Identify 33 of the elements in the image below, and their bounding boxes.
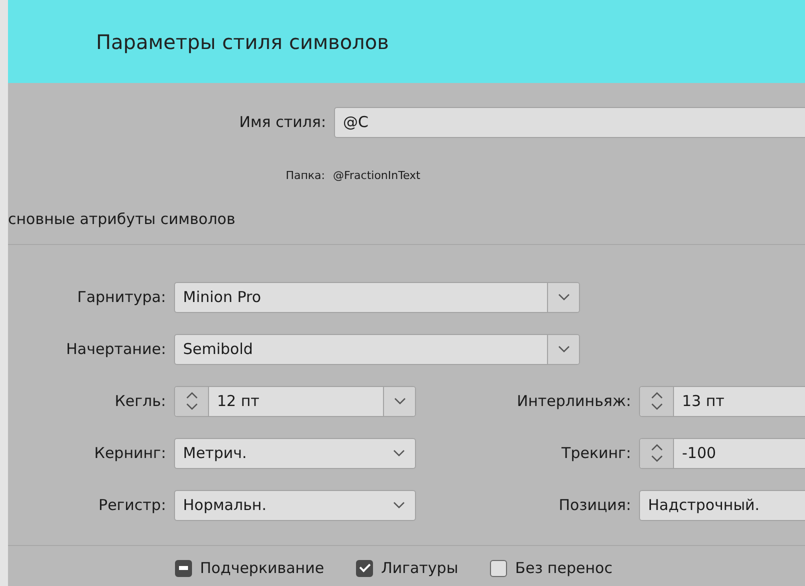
spinner-combo-field[interactable]: 13 пт — [639, 386, 805, 416]
field-label: Имя стиля: — [238, 112, 326, 134]
checkbox-label[interactable]: Без перенос — [515, 557, 612, 580]
field-label: Интерлиньяж: — [516, 390, 631, 412]
chevron-icon[interactable] — [394, 397, 406, 405]
window-title: Параметры стиля символов — [96, 28, 389, 56]
field-label: Регистр: — [98, 494, 166, 516]
field-label: Позиция: — [558, 494, 631, 516]
folder-label: Папка: — [284, 168, 325, 184]
checkbox[interactable] — [356, 560, 374, 577]
checkbox-label[interactable]: Подчеркивание — [200, 557, 324, 580]
chevron-icon[interactable] — [393, 449, 405, 457]
dropdown[interactable]: Minion Pro — [174, 282, 580, 312]
field-label: Кегль: — [114, 390, 166, 412]
field-label: Трекинг: — [560, 442, 631, 464]
style-name-input[interactable]: @C — [334, 107, 805, 138]
dropdown[interactable]: Нормальн. — [174, 490, 416, 520]
folder-path: @FractionInText — [333, 168, 420, 184]
dropdown[interactable]: Semibold — [174, 334, 580, 364]
chevron-icon[interactable] — [393, 501, 405, 509]
section-title: сновные атрибуты символов — [8, 210, 236, 228]
chevron-icon[interactable] — [558, 293, 570, 301]
checkbox[interactable] — [175, 560, 192, 577]
field-label: Гарнитура: — [76, 286, 166, 308]
spinner-field[interactable]: -100 — [639, 438, 805, 468]
field-label: Кернинг: — [93, 442, 166, 464]
spinner-combo-field[interactable]: 12 пт — [174, 386, 416, 416]
dropdown[interactable]: Надстрочный. — [639, 490, 805, 520]
checkbox-label[interactable]: Лигатуры — [381, 557, 458, 580]
chevron-icon[interactable] — [558, 345, 570, 353]
field-label: Начертание: — [65, 338, 166, 360]
dropdown[interactable]: Метрич. — [174, 438, 416, 468]
checkbox[interactable] — [490, 560, 508, 577]
